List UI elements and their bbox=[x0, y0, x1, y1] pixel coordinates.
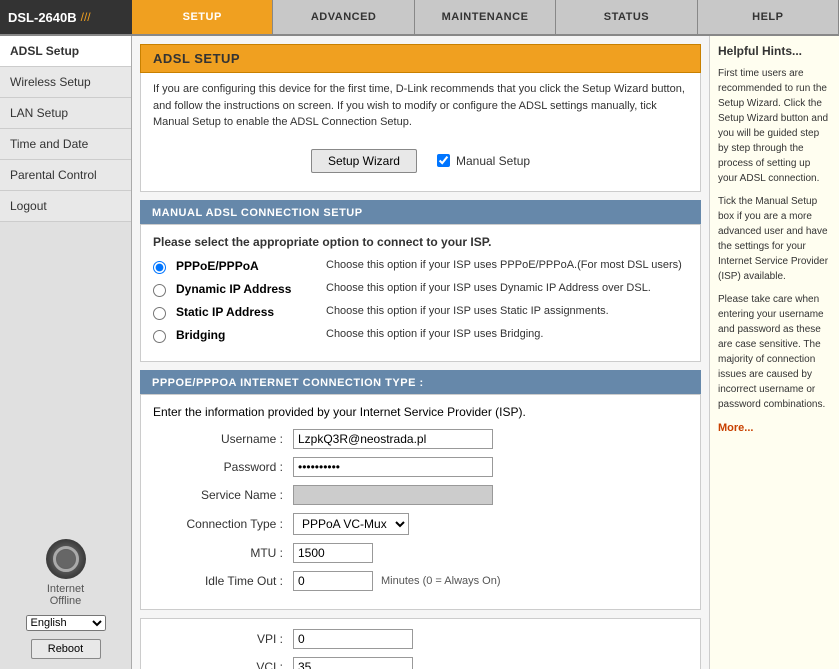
language-select[interactable]: English Polish German French bbox=[26, 615, 106, 631]
help-title: Helpful Hints... bbox=[718, 44, 831, 58]
pppoe-header: PPPOE/PPPOA INTERNET CONNECTION TYPE : bbox=[140, 370, 701, 394]
logo: DSL-2640B /// bbox=[0, 0, 132, 34]
manual-adsl-body: Please select the appropriate option to … bbox=[140, 224, 701, 362]
wizard-row: Setup Wizard Manual Setup bbox=[153, 139, 688, 183]
logo-text: DSL-2640B bbox=[8, 10, 77, 25]
adsl-setup-header: ADSL SETUP bbox=[140, 44, 701, 73]
vci-row: VCI : bbox=[153, 657, 688, 669]
radio-bridging-label: Bridging bbox=[176, 328, 316, 342]
pppoe-body: Enter the information provided by your I… bbox=[140, 394, 701, 610]
internet-sublabel: Offline bbox=[50, 595, 82, 607]
manual-setup-checkbox[interactable] bbox=[437, 154, 450, 167]
sidebar-item-lan-setup[interactable]: LAN Setup bbox=[0, 98, 131, 129]
manual-setup-label[interactable]: Manual Setup bbox=[437, 152, 530, 170]
radio-pppoe-label: PPPoE/PPPoA bbox=[176, 259, 316, 273]
idle-timeout-label: Idle Time Out : bbox=[153, 574, 293, 588]
radio-bridging-input[interactable] bbox=[153, 330, 166, 343]
manual-adsl-header: MANUAL ADSL CONNECTION SETUP bbox=[140, 200, 701, 224]
vci-input[interactable] bbox=[293, 657, 413, 669]
sidebar-item-time-date[interactable]: Time and Date bbox=[0, 129, 131, 160]
service-name-row: Service Name : bbox=[153, 485, 688, 505]
sidebar-item-logout[interactable]: Logout bbox=[0, 191, 131, 222]
password-row: Password : bbox=[153, 457, 688, 477]
sidebar-item-wireless-setup[interactable]: Wireless Setup bbox=[0, 67, 131, 98]
help-para-3: Please take care when entering your user… bbox=[718, 292, 831, 412]
radio-bridging-desc: Choose this option if your ISP uses Brid… bbox=[326, 328, 543, 340]
idle-timeout-row: Idle Time Out : Minutes (0 = Always On) bbox=[153, 571, 688, 591]
logo-lines: /// bbox=[81, 10, 91, 24]
sidebar-item-parental-control[interactable]: Parental Control bbox=[0, 160, 131, 191]
reboot-button[interactable]: Reboot bbox=[31, 639, 101, 659]
help-panel: Helpful Hints... First time users are re… bbox=[709, 36, 839, 669]
radio-dynamic-ip-input[interactable] bbox=[153, 284, 166, 297]
adsl-description: If you are configuring this device for t… bbox=[153, 81, 688, 131]
manual-setup-text: Manual Setup bbox=[456, 152, 530, 170]
tab-advanced[interactable]: ADVANCED bbox=[273, 0, 414, 34]
radio-static-ip-input[interactable] bbox=[153, 307, 166, 320]
connection-type-label: Connection Type : bbox=[153, 517, 293, 531]
vpi-vci-section: VPI : VCI : bbox=[140, 618, 701, 669]
username-label: Username : bbox=[153, 432, 293, 446]
help-para-1: First time users are recommended to run … bbox=[718, 66, 831, 186]
tab-maintenance[interactable]: MAINTENANCE bbox=[415, 0, 556, 34]
radio-static-ip-desc: Choose this option if your ISP uses Stat… bbox=[326, 305, 609, 317]
mtu-input[interactable] bbox=[293, 543, 373, 563]
radio-dynamic-ip-label: Dynamic IP Address bbox=[176, 282, 316, 296]
service-name-label: Service Name : bbox=[153, 488, 293, 502]
manual-adsl-subtitle: Please select the appropriate option to … bbox=[153, 235, 688, 249]
idle-timeout-extra: Minutes (0 = Always On) bbox=[381, 575, 501, 587]
sidebar-item-adsl-setup[interactable]: ADSL Setup bbox=[0, 36, 131, 67]
help-para-2: Tick the Manual Setup box if you are a m… bbox=[718, 194, 831, 284]
radio-dynamic-ip: Dynamic IP Address Choose this option if… bbox=[153, 282, 688, 297]
connection-type-select[interactable]: PPPoA VC-Mux PPPoE LLC PPPoA LLC bbox=[293, 513, 409, 535]
radio-static-ip: Static IP Address Choose this option if … bbox=[153, 305, 688, 320]
internet-label: Internet bbox=[47, 583, 84, 595]
password-label: Password : bbox=[153, 460, 293, 474]
username-row: Username : bbox=[153, 429, 688, 449]
sidebar: ADSL Setup Wireless Setup LAN Setup Time… bbox=[0, 36, 132, 669]
manual-adsl-title: MANUAL ADSL CONNECTION SETUP bbox=[152, 207, 363, 219]
tab-help[interactable]: HELP bbox=[698, 0, 839, 34]
internet-icon bbox=[46, 539, 86, 579]
pppoe-title: PPPOE/PPPOA INTERNET CONNECTION TYPE : bbox=[152, 377, 424, 389]
radio-pppoe: PPPoE/PPPoA Choose this option if your I… bbox=[153, 259, 688, 274]
vpi-input[interactable] bbox=[293, 629, 413, 649]
radio-pppoe-input[interactable] bbox=[153, 261, 166, 274]
username-input[interactable] bbox=[293, 429, 493, 449]
radio-pppoe-desc: Choose this option if your ISP uses PPPo… bbox=[326, 259, 682, 271]
content-area: ADSL SETUP If you are configuring this d… bbox=[132, 36, 709, 669]
internet-status: Internet Offline bbox=[46, 539, 86, 607]
password-input[interactable] bbox=[293, 457, 493, 477]
adsl-setup-body: If you are configuring this device for t… bbox=[140, 73, 701, 192]
vci-label: VCI : bbox=[153, 660, 293, 669]
help-body: First time users are recommended to run … bbox=[718, 66, 831, 437]
mtu-label: MTU : bbox=[153, 546, 293, 560]
mtu-row: MTU : bbox=[153, 543, 688, 563]
service-name-input[interactable] bbox=[293, 485, 493, 505]
radio-dynamic-ip-desc: Choose this option if your ISP uses Dyna… bbox=[326, 282, 651, 294]
vpi-row: VPI : bbox=[153, 629, 688, 649]
tab-setup[interactable]: SETUP bbox=[132, 0, 273, 34]
radio-bridging: Bridging Choose this option if your ISP … bbox=[153, 328, 688, 343]
help-more-link[interactable]: More... bbox=[718, 422, 753, 434]
idle-timeout-input[interactable] bbox=[293, 571, 373, 591]
connection-type-row: Connection Type : PPPoA VC-Mux PPPoE LLC… bbox=[153, 513, 688, 535]
vpi-label: VPI : bbox=[153, 632, 293, 646]
pppoe-description: Enter the information provided by your I… bbox=[153, 405, 688, 419]
tab-status[interactable]: STATUS bbox=[556, 0, 697, 34]
setup-wizard-button[interactable]: Setup Wizard bbox=[311, 149, 417, 173]
radio-static-ip-label: Static IP Address bbox=[176, 305, 316, 319]
adsl-setup-title: ADSL SETUP bbox=[153, 51, 688, 66]
